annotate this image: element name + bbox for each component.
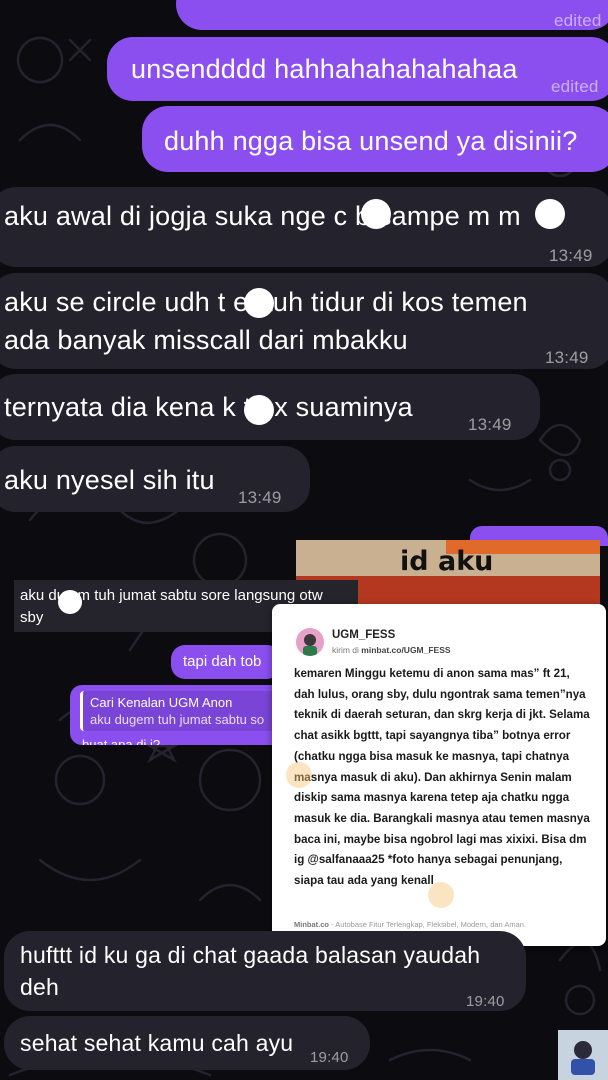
incoming-message-bubble[interactable]: sehat sehat kamu cah ayu 19:40 (4, 1016, 370, 1070)
post-footer-tagline: - Autobase Fitur Terlengkap, Fleksibel, … (329, 920, 527, 929)
message-edited-label: edited (551, 77, 599, 96)
embedded-outgoing-message: tapi dah tob (171, 645, 281, 679)
redaction-dot (58, 590, 82, 614)
incoming-message-bubble[interactable]: aku se circle udh t er tuh tidur di kos … (0, 273, 608, 369)
reply-sender-name: Cari Kenalan UGM Anon (90, 695, 233, 710)
redaction-dot (535, 199, 565, 229)
avatar (296, 628, 324, 656)
incoming-message-bubble[interactable]: aku awal di jogja suka nge c b sampe m m… (0, 187, 608, 267)
message-timestamp: 13:49 (238, 488, 282, 507)
embedded-message-text: tapi dah tob (183, 653, 262, 670)
fess-post-card: UGM_FESS kirim di minbat.co/UGM_FESS kem… (272, 604, 606, 946)
message-timestamp: 19:40 (466, 993, 505, 1010)
post-body-text: kemaren Minggu ketemu di anon sama mas” … (294, 667, 590, 888)
post-author-name: UGM_FESS (332, 629, 396, 641)
incoming-message-bubble[interactable]: hufttt id ku ga di chat gaada balasan ya… (4, 931, 526, 1011)
redaction-dot (361, 199, 391, 229)
incoming-message-bubble[interactable]: aku nyesel sih itu 13:49 (0, 446, 310, 512)
message-text: deh (20, 974, 59, 1000)
post-source: kirim di minbat.co/UGM_FESS (332, 645, 451, 655)
post-footer-brand: Minbat.co (294, 920, 329, 929)
reply-quoted-text: aku dugem tuh jumat sabtu so (90, 712, 265, 727)
message-text: hufttt id ku ga di chat gaada balasan ya… (20, 942, 481, 968)
post-source-link: minbat.co/UGM_FESS (361, 645, 451, 655)
redaction-dot (244, 395, 274, 425)
message-text: aku nyesel sih itu (4, 465, 215, 495)
outgoing-message-bubble[interactable]: unsendddd hahhahahahahahaa edited (107, 37, 608, 101)
outgoing-message-bubble[interactable]: edited (176, 0, 608, 30)
post-footer: Minbat.co - Autobase Fitur Terlengkap, F… (294, 920, 526, 929)
watermark-avatar (558, 1030, 608, 1080)
message-timestamp: 13:49 (549, 246, 593, 265)
redaction-dot (244, 288, 274, 318)
message-text: sehat sehat kamu cah ayu (20, 1030, 294, 1056)
embedded-reply-message: Cari Kenalan UGM Anon aku dugem tuh juma… (70, 685, 280, 745)
message-timestamp: 13:49 (545, 348, 589, 367)
quote-mark-icon (286, 762, 312, 788)
message-timestamp: 19:40 (310, 1049, 349, 1066)
message-text: duhh ngga bisa unsend ya disinii? (164, 126, 578, 156)
post-source-prefix: kirim di (332, 645, 359, 655)
message-text: aku awal di jogja suka nge c b sampe m m (4, 201, 521, 231)
message-timestamp: 13:49 (468, 415, 512, 434)
message-edited-label: edited (554, 11, 602, 30)
message-text: unsendddd hahhahahahahahaa (131, 54, 518, 84)
outgoing-message-bubble[interactable]: duhh ngga bisa unsend ya disinii? (142, 106, 608, 172)
embedded-photo-caption: id aku (400, 546, 494, 577)
reply-text-cutoff: buat apa di j? (82, 737, 161, 745)
message-text: ada banyak misscall dari mbakku (4, 325, 408, 355)
message-text: ternyata dia kena k t ex suaminya (4, 392, 413, 422)
quote-mark-icon (428, 882, 454, 908)
